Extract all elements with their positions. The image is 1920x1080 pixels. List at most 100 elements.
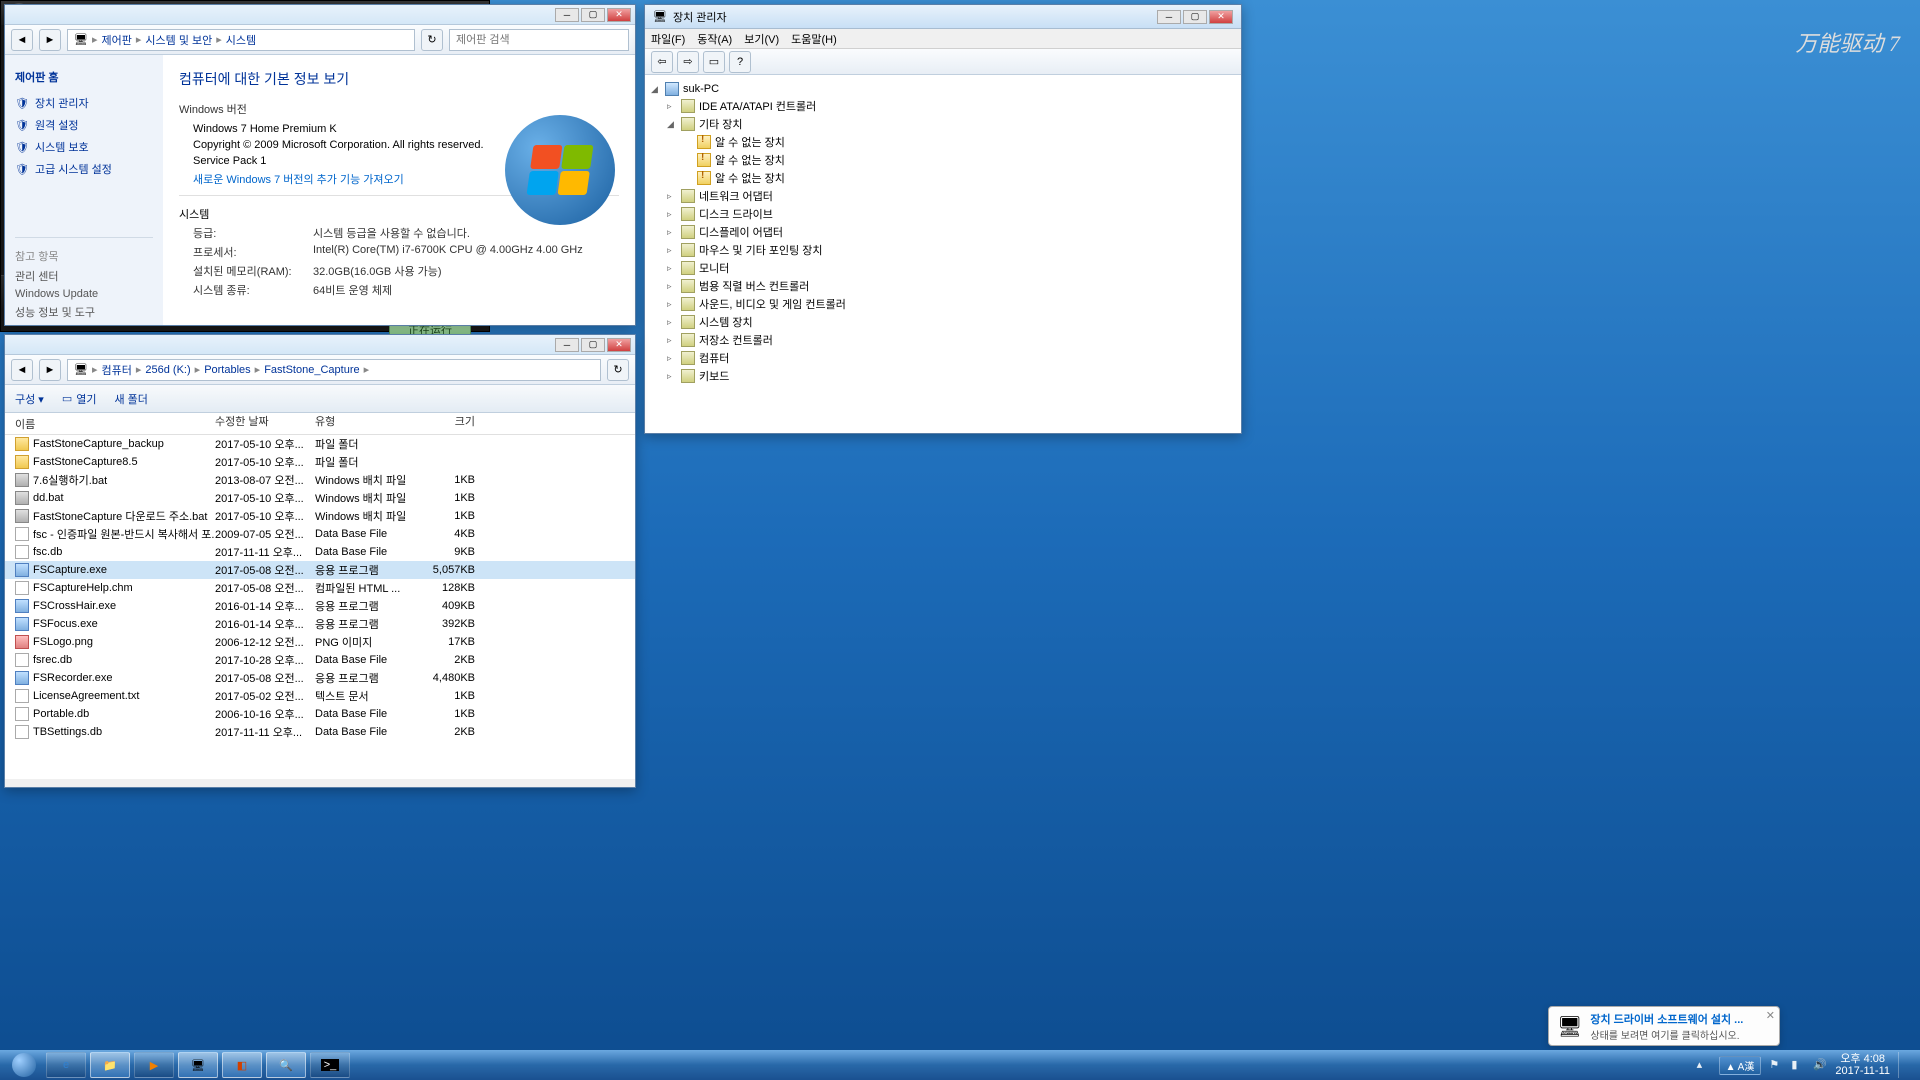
breadcrumb-bar[interactable]: 🖥▸ 컴퓨터▸ 256d (K:)▸ Portables▸ FastStone_… [67,359,601,381]
tree-category[interactable]: ◢기타 장치 [651,115,1235,133]
show-desktop-button[interactable] [1898,1052,1906,1078]
file-row[interactable]: FSCaptureHelp.chm2017-05-08 오전...컴파일된 HT… [5,579,635,597]
crumb[interactable]: 제어판 [102,32,132,48]
crumb[interactable]: 시스템 [226,32,256,48]
tree-category[interactable]: ▹시스템 장치 [651,313,1235,331]
sidebar-sub[interactable]: 성능 정보 및 도구 [15,304,153,320]
menu-help[interactable]: 도움말(H) [791,31,837,47]
file-row[interactable]: fsc.db2017-11-11 오후...Data Base File9KB [5,543,635,561]
col-type[interactable]: 유형 [315,413,415,434]
taskbar-ie[interactable]: e [46,1052,86,1078]
file-row[interactable]: TBSettings.db2017-11-11 오후...Data Base F… [5,723,635,741]
taskbar-terminal[interactable]: >_ [310,1052,350,1078]
tree-category[interactable]: ▹컴퓨터 [651,349,1235,367]
file-row[interactable]: fsrec.db2017-10-28 오후...Data Base File2K… [5,651,635,669]
file-row[interactable]: FastStoneCapture8.52017-05-10 오후...파일 폴더 [5,453,635,471]
file-list[interactable]: FastStoneCapture_backup2017-05-10 오후...파… [5,435,635,779]
start-button[interactable] [6,1052,42,1078]
taskbar-explorer[interactable]: 📁 [90,1052,130,1078]
file-row[interactable]: FSFocus.exe2016-01-14 오후...응용 프로그램392KB [5,615,635,633]
close-button[interactable]: ✕ [607,8,631,22]
notification-balloon[interactable]: 🖥 장치 드라이버 소프트웨어 설치 ... 상태를 보려면 여기를 클릭하십시… [1548,1006,1780,1046]
sidebar-link-device-manager[interactable]: 🛡장치 관리자 [15,95,153,111]
file-row[interactable]: FastStoneCapture 다운로드 주소.bat2017-05-10 오… [5,507,635,525]
menu-view[interactable]: 보기(V) [744,31,779,47]
crumb[interactable]: Portables [204,364,250,376]
sidebar-link-advanced[interactable]: 🛡고급 시스템 설정 [15,161,153,177]
file-row[interactable]: FSLogo.png2006-12-12 오전...PNG 이미지17KB [5,633,635,651]
breadcrumb-bar[interactable]: 🖥 ▸ 제어판 ▸ 시스템 및 보안 ▸ 시스템 [67,29,415,51]
tree-category[interactable]: ▹IDE ATA/ATAPI 컨트롤러 [651,97,1235,115]
crumb[interactable]: 256d (K:) [145,364,190,376]
tray-expand-icon[interactable]: ▴ [1697,1058,1711,1072]
back-button[interactable]: ◄ [11,29,33,51]
file-row[interactable]: FSCrossHair.exe2016-01-14 오후...응용 프로그램40… [5,597,635,615]
forward-button[interactable]: ► [39,29,61,51]
minimize-button[interactable]: ─ [555,8,579,22]
crumb[interactable]: 시스템 및 보안 [145,32,212,48]
col-size[interactable]: 크기 [415,413,475,434]
volume-icon[interactable]: 🔊 [1813,1058,1827,1072]
properties-button[interactable]: ▭ [703,51,725,73]
forward-button[interactable]: ► [39,359,61,381]
tree-category[interactable]: ▹범용 직렬 버스 컨트롤러 [651,277,1235,295]
action-center-icon[interactable]: ⚑ [1769,1058,1783,1072]
tree-device[interactable]: 알 수 없는 장치 [651,133,1235,151]
refresh-button[interactable]: ↻ [421,29,443,51]
tree-category[interactable]: ▹사운드, 비디오 및 게임 컨트롤러 [651,295,1235,313]
help-button[interactable]: ? [729,51,751,73]
maximize-button[interactable]: ▢ [581,338,605,352]
tree-root[interactable]: ◢suk-PC [651,81,1235,97]
close-button[interactable]: ✕ [1209,10,1233,24]
sidebar-home[interactable]: 제어판 홈 [15,69,153,85]
tree-category[interactable]: ▹디스크 드라이브 [651,205,1235,223]
col-name[interactable]: 이름 [15,413,215,434]
search-input[interactable] [449,29,629,51]
taskbar-media[interactable]: ▶ [134,1052,174,1078]
crumb[interactable]: 컴퓨터 [102,362,132,378]
minimize-button[interactable]: ─ [555,338,579,352]
file-row[interactable]: FSRecorder.exe2017-05-08 오전...응용 프로그램4,4… [5,669,635,687]
close-icon[interactable]: ✕ [1766,1009,1775,1022]
file-row[interactable]: dd.bat2017-05-10 오후...Windows 배치 파일1KB [5,489,635,507]
tree-category[interactable]: ▹모니터 [651,259,1235,277]
back-button[interactable]: ◄ [11,359,33,381]
refresh-button[interactable]: ↻ [607,359,629,381]
tree-category[interactable]: ▹네트워크 어댑터 [651,187,1235,205]
taskbar-driver-tool[interactable]: ◧ [222,1052,262,1078]
close-button[interactable]: ✕ [607,338,631,352]
sidebar-link-protection[interactable]: 🛡시스템 보호 [15,139,153,155]
maximize-button[interactable]: ▢ [1183,10,1207,24]
taskbar-fscapture[interactable]: 🔍 [266,1052,306,1078]
tree-category[interactable]: ▹저장소 컨트롤러 [651,331,1235,349]
forward-button[interactable]: ⇨ [677,51,699,73]
network-icon[interactable]: ▮ [1791,1058,1805,1072]
file-row[interactable]: LicenseAgreement.txt2017-05-02 오전...텍스트 … [5,687,635,705]
minimize-button[interactable]: ─ [1157,10,1181,24]
organize-button[interactable]: 구성 ▾ [15,391,44,407]
taskbar-control-panel[interactable]: 🖥 [178,1052,218,1078]
language-indicator[interactable]: ▲ A漢 [1719,1056,1762,1075]
device-tree[interactable]: ◢suk-PC ▹IDE ATA/ATAPI 컨트롤러◢기타 장치알 수 없는 … [645,75,1241,433]
tree-category[interactable]: ▹디스플레이 어댑터 [651,223,1235,241]
sidebar-sub[interactable]: 관리 센터 [15,268,153,284]
clock[interactable]: 오후 4:08 2017-11-11 [1835,1053,1890,1077]
col-date[interactable]: 수정한 날짜 [215,413,315,434]
file-row[interactable]: 7.6실행하기.bat2013-08-07 오전...Windows 배치 파일… [5,471,635,489]
file-row[interactable]: FastStoneCapture_backup2017-05-10 오후...파… [5,435,635,453]
new-folder-button[interactable]: 새 폴더 [114,391,147,407]
crumb[interactable]: FastStone_Capture [264,364,359,376]
file-row[interactable]: Portable.db2006-10-16 오후...Data Base Fil… [5,705,635,723]
tree-device[interactable]: 알 수 없는 장치 [651,169,1235,187]
menu-action[interactable]: 동작(A) [697,31,732,47]
sidebar-sub[interactable]: Windows Update [15,288,153,300]
sidebar-link-remote[interactable]: 🛡원격 설정 [15,117,153,133]
menu-file[interactable]: 파일(F) [651,31,685,47]
tree-category[interactable]: ▹키보드 [651,367,1235,385]
maximize-button[interactable]: ▢ [581,8,605,22]
rating-link[interactable]: 시스템 등급을 사용할 수 없습니다. [313,225,470,241]
tree-device[interactable]: 알 수 없는 장치 [651,151,1235,169]
tree-category[interactable]: ▹마우스 및 기타 포인팅 장치 [651,241,1235,259]
file-row[interactable]: fsc - 인증파일 원본-반드시 복사해서 포...2009-07-05 오전… [5,525,635,543]
back-button[interactable]: ⇦ [651,51,673,73]
